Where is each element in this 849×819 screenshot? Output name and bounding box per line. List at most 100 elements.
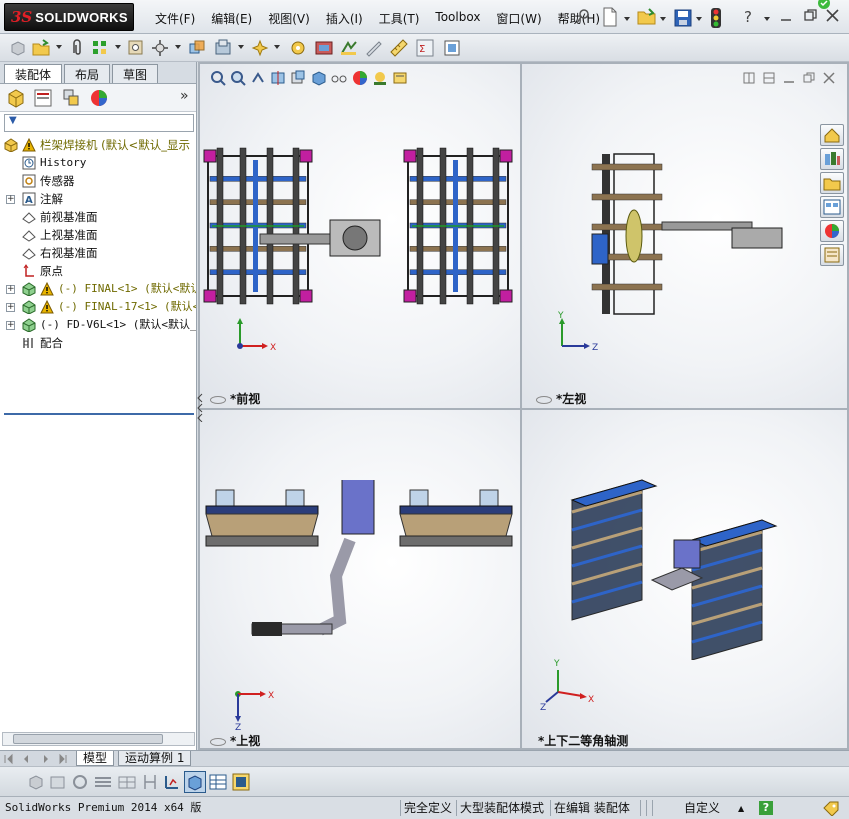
pin-icon[interactable] bbox=[576, 9, 590, 25]
tab-sketch[interactable]: 草图 bbox=[112, 64, 159, 83]
pane-split-right-icon[interactable] bbox=[763, 72, 775, 84]
configuration-manager-tab-icon[interactable] bbox=[61, 88, 81, 108]
rebuild-traffic-light-icon[interactable] bbox=[710, 8, 722, 28]
insert-dropdown-arrow[interactable] bbox=[56, 45, 62, 49]
menu-window[interactable]: 窗口(W) bbox=[488, 10, 549, 27]
graphics-area[interactable]: X *前视 Y Z *左视 X Z *上视 Y X Z *上下二等角轴测 bbox=[197, 62, 849, 750]
previous-view-icon[interactable] bbox=[250, 70, 266, 86]
axis-icon[interactable] bbox=[162, 772, 182, 792]
tab-layout[interactable]: 布局 bbox=[64, 64, 111, 83]
move-component-icon[interactable] bbox=[150, 38, 170, 58]
solidworks-logo[interactable]: 3S SOLIDWORKS bbox=[4, 3, 134, 31]
tab-motion-study[interactable]: 运动算例 1 bbox=[118, 751, 192, 766]
top-view-drawing[interactable] bbox=[200, 480, 520, 680]
pattern-icon[interactable] bbox=[90, 38, 110, 58]
zoom-to-area-icon[interactable] bbox=[230, 70, 246, 86]
expand-panel-icon[interactable]: » bbox=[180, 88, 189, 104]
explode-icon[interactable] bbox=[250, 38, 270, 58]
shaded-cube-icon[interactable] bbox=[184, 771, 206, 793]
sketch-icon[interactable] bbox=[364, 38, 384, 58]
isometric-shaded-icon[interactable] bbox=[26, 772, 46, 792]
task-pane-view-palette-button[interactable] bbox=[820, 196, 844, 218]
tab-assembly[interactable]: 装配体 bbox=[4, 64, 63, 83]
tree-node[interactable]: + (-) FINAL<1> (默认<默认 bbox=[0, 280, 196, 298]
filter-icon[interactable]: ▼ bbox=[9, 115, 17, 126]
save-icon[interactable] bbox=[674, 9, 692, 27]
task-pane-home-button[interactable] bbox=[820, 124, 844, 146]
section-view-icon[interactable] bbox=[270, 70, 286, 86]
tab-scroll-arrows-icon[interactable] bbox=[4, 753, 70, 765]
measure-icon[interactable] bbox=[389, 38, 409, 58]
move-dropdown-arrow[interactable] bbox=[175, 45, 181, 49]
tree-horizontal-scrollbar[interactable] bbox=[2, 732, 195, 746]
left-view-drawing[interactable] bbox=[522, 124, 822, 324]
view-orientation-icon[interactable] bbox=[290, 70, 306, 86]
task-pane-design-library-button[interactable] bbox=[820, 148, 844, 170]
tree-node[interactable]: 原点 bbox=[0, 262, 196, 280]
new-dropdown-arrow[interactable] bbox=[624, 17, 630, 21]
pane-close-icon[interactable] bbox=[823, 72, 835, 84]
display-manager-tab-icon[interactable] bbox=[89, 88, 109, 108]
smart-fastener-icon[interactable] bbox=[126, 38, 146, 58]
hide-show-items-icon[interactable] bbox=[330, 70, 348, 86]
paperclip-icon[interactable] bbox=[68, 38, 88, 58]
isometric-view-drawing[interactable] bbox=[562, 470, 822, 660]
task-pane-custom-properties-button[interactable] bbox=[820, 244, 844, 266]
table-icon[interactable] bbox=[208, 772, 228, 792]
menu-edit[interactable]: 编辑(E) bbox=[203, 10, 260, 27]
tree-node[interactable]: + (-) FINAL-17<1> (默认< bbox=[0, 298, 196, 316]
units-up-arrow-icon[interactable]: ▲ bbox=[738, 801, 744, 817]
close-icon[interactable] bbox=[826, 9, 839, 22]
feature-manager-tab-icon[interactable] bbox=[6, 88, 26, 108]
menu-insert[interactable]: 插入(I) bbox=[318, 10, 371, 27]
zoom-to-fit-icon[interactable] bbox=[210, 70, 226, 86]
tree-node[interactable]: + (-) FD-V6L<1> (默认<默认_显 bbox=[0, 316, 196, 334]
restore-icon[interactable] bbox=[804, 9, 817, 22]
tree-node[interactable]: 传感器 bbox=[0, 172, 196, 190]
equations-icon[interactable]: Σ bbox=[415, 38, 435, 58]
status-units[interactable]: 自定义 bbox=[684, 800, 720, 816]
mate-icon[interactable] bbox=[339, 38, 359, 58]
interference-check-icon[interactable] bbox=[187, 38, 207, 58]
tree-node[interactable]: 前视基准面 bbox=[0, 208, 196, 226]
menu-view[interactable]: 视图(V) bbox=[260, 10, 318, 27]
hidden-lines-icon[interactable] bbox=[92, 772, 114, 792]
rebuild-gear-icon[interactable] bbox=[288, 38, 308, 58]
property-manager-tab-icon[interactable] bbox=[33, 88, 53, 108]
tag-icon[interactable] bbox=[822, 800, 840, 816]
scroll-thumb[interactable] bbox=[13, 734, 163, 744]
pane-restore-icon[interactable] bbox=[803, 72, 815, 84]
menu-tools[interactable]: 工具(T) bbox=[371, 10, 428, 27]
pane-split-left-icon[interactable] bbox=[743, 72, 755, 84]
minimize-icon[interactable] bbox=[780, 12, 792, 22]
tree-node[interactable]: 栏架焊接机 (默认<默认_显示 bbox=[0, 136, 196, 154]
render-icon[interactable] bbox=[231, 772, 251, 792]
instant3d-icon[interactable] bbox=[314, 38, 334, 58]
tree-node[interactable]: History bbox=[0, 154, 196, 172]
task-pane-appearances-button[interactable] bbox=[820, 220, 844, 242]
rotate-view-icon[interactable] bbox=[70, 772, 90, 792]
open-folder-icon[interactable] bbox=[637, 8, 657, 26]
viewport-top[interactable]: X Z *上视 bbox=[200, 410, 520, 748]
tab-model[interactable]: 模型 bbox=[76, 751, 115, 766]
assembly-features-icon[interactable] bbox=[213, 38, 233, 58]
explode-dropdown-arrow[interactable] bbox=[274, 45, 280, 49]
display-style-icon[interactable] bbox=[310, 70, 326, 86]
quick-tips-help-icon[interactable]: ? bbox=[759, 801, 773, 815]
view-settings-icon[interactable] bbox=[392, 70, 408, 86]
viewport-front[interactable]: X *前视 bbox=[200, 64, 520, 408]
tree-expander[interactable]: + bbox=[6, 195, 15, 204]
help-dropdown-arrow[interactable] bbox=[764, 17, 770, 21]
menu-toolbox[interactable]: Toolbox bbox=[427, 10, 488, 27]
tree-filter-field[interactable]: ▼ bbox=[4, 114, 194, 132]
panel-collapse-arrows-icon[interactable] bbox=[197, 392, 203, 422]
front-view-drawing[interactable] bbox=[200, 124, 520, 324]
tree-expander[interactable]: + bbox=[6, 321, 15, 330]
open-folder-icon[interactable] bbox=[31, 38, 51, 58]
pane-minimize-icon[interactable] bbox=[783, 72, 795, 84]
rollback-bar[interactable] bbox=[4, 413, 194, 415]
part-cube-icon[interactable] bbox=[8, 38, 28, 58]
grid-icon[interactable] bbox=[116, 772, 138, 792]
help-question-icon[interactable]: ? bbox=[742, 8, 756, 26]
apply-scene-icon[interactable] bbox=[372, 70, 388, 86]
